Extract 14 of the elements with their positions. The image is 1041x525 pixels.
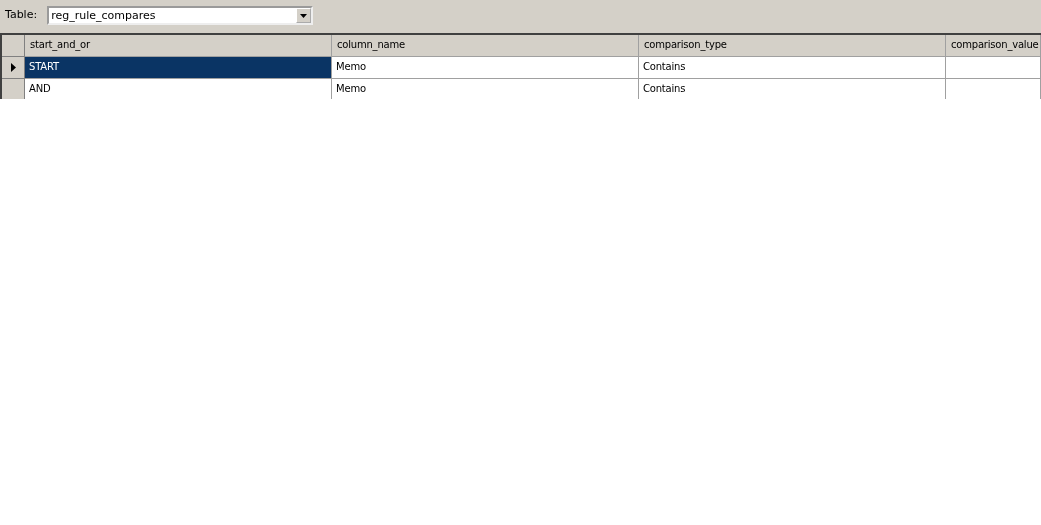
column-header[interactable]: column_name [332,35,639,57]
table-cell: Contains [639,79,946,99]
table-cell: Memo [332,79,639,99]
table-cell: START [25,57,332,79]
table-cell: Memo [332,57,639,79]
table-cell: Contains [639,57,946,79]
table-cell: AND [25,79,332,99]
column-header[interactable]: start_and_or [25,35,332,57]
current-row-icon [10,63,16,72]
column-header[interactable]: comparison_value [946,35,1041,57]
row-header[interactable] [2,57,25,79]
table-select[interactable]: reg_rule_compares [47,6,314,25]
table-label: Table: [5,8,38,21]
column-header[interactable]: comparison_type [639,35,946,57]
